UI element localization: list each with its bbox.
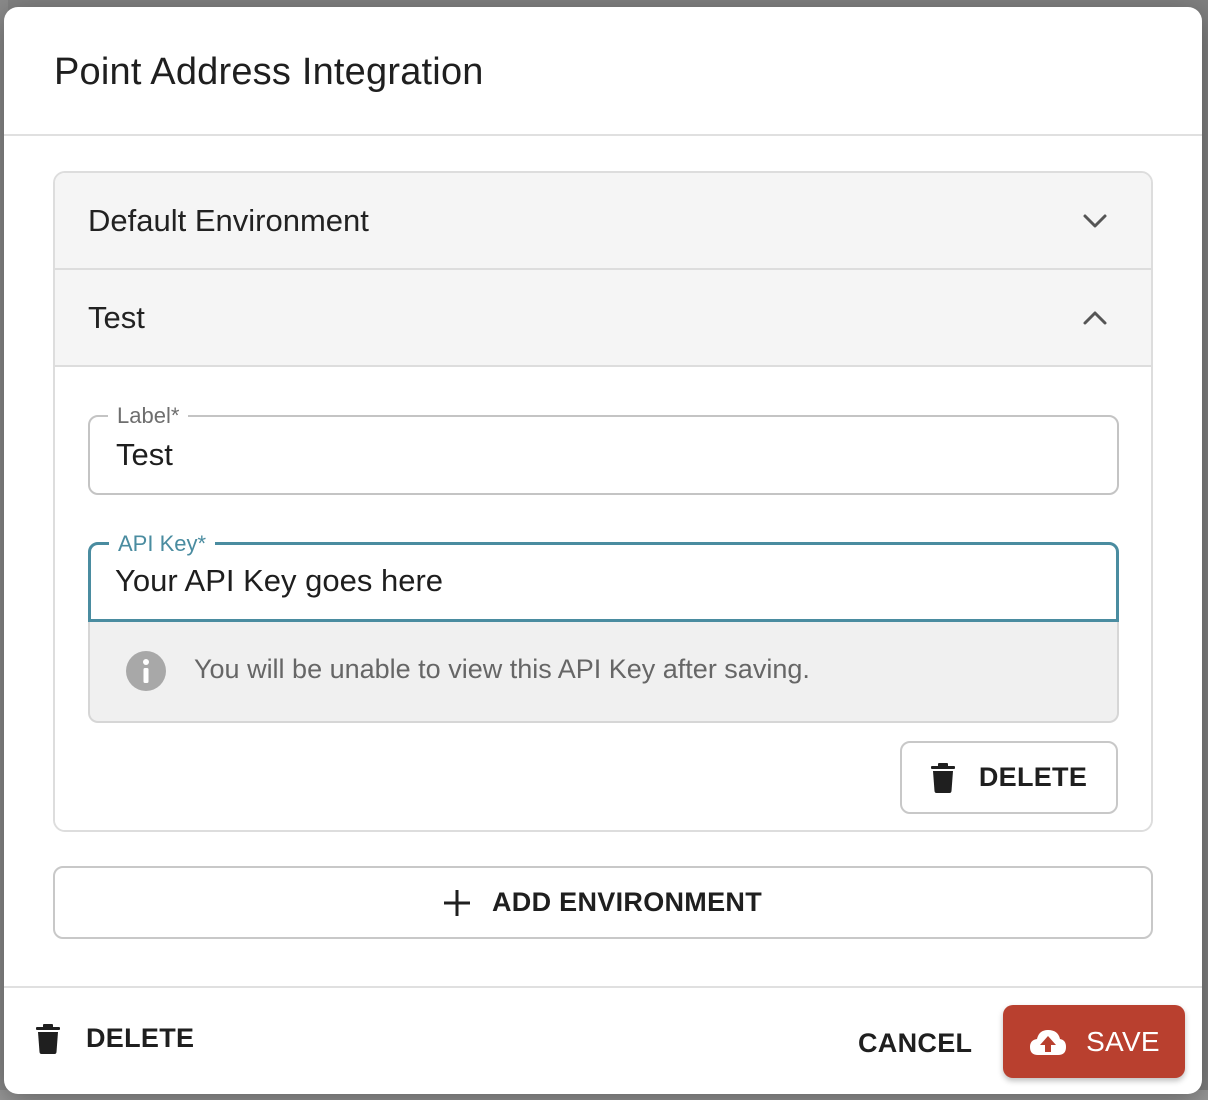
- api-key-note: You will be unable to view this API Key …: [88, 622, 1119, 723]
- delete-environment-label: DELETE: [978, 762, 1088, 792]
- trash-icon: [36, 1023, 60, 1054]
- api-key-field[interactable]: API Key* Your API Key goes here: [88, 531, 1119, 622]
- delete-integration-label: DELETE: [86, 1023, 195, 1053]
- label-field-legend: Label*: [108, 403, 189, 429]
- chevron-down-icon: [1083, 214, 1107, 228]
- api-key-note-text: You will be unable to view this API Key …: [194, 654, 810, 684]
- add-environment-label: ADD ENVIRONMENT: [491, 887, 762, 917]
- accordion-item-test[interactable]: Test: [55, 270, 1151, 367]
- add-environment-button[interactable]: ADD ENVIRONMENT: [53, 866, 1153, 939]
- save-label: SAVE: [1086, 1025, 1160, 1057]
- cancel-button[interactable]: CANCEL: [858, 1028, 972, 1059]
- label-field-value[interactable]: Test: [116, 437, 173, 473]
- environment-accordion: Default Environment Test Label* Test API…: [53, 171, 1153, 832]
- dialog-body: Default Environment Test Label* Test API…: [53, 171, 1153, 939]
- api-key-field-legend: API Key*: [109, 531, 216, 557]
- save-button[interactable]: SAVE: [1003, 1005, 1185, 1078]
- accordion-item-label: Test: [88, 300, 145, 335]
- cloud-upload-icon: [1030, 1029, 1067, 1055]
- delete-environment-button[interactable]: DELETE: [900, 741, 1118, 814]
- info-icon: [126, 651, 166, 691]
- trash-icon: [930, 762, 955, 793]
- accordion-item-label: Default Environment: [88, 203, 369, 238]
- integration-dialog: Point Address Integration Default Enviro…: [4, 7, 1202, 1094]
- api-key-field-value[interactable]: Your API Key goes here: [115, 563, 443, 599]
- label-field[interactable]: Label* Test: [88, 403, 1119, 495]
- delete-integration-button[interactable]: DELETE: [36, 1023, 194, 1054]
- plus-icon: [443, 889, 470, 916]
- dialog-title: Point Address Integration: [54, 51, 484, 93]
- accordion-panel-test: Label* Test API Key* Your API Key goes h…: [55, 367, 1151, 830]
- dialog-footer: DELETE CANCEL SAVE: [4, 986, 1202, 1094]
- dialog-header: Point Address Integration: [4, 7, 1202, 136]
- chevron-up-icon: [1083, 311, 1107, 325]
- accordion-item-default-environment[interactable]: Default Environment: [55, 173, 1151, 270]
